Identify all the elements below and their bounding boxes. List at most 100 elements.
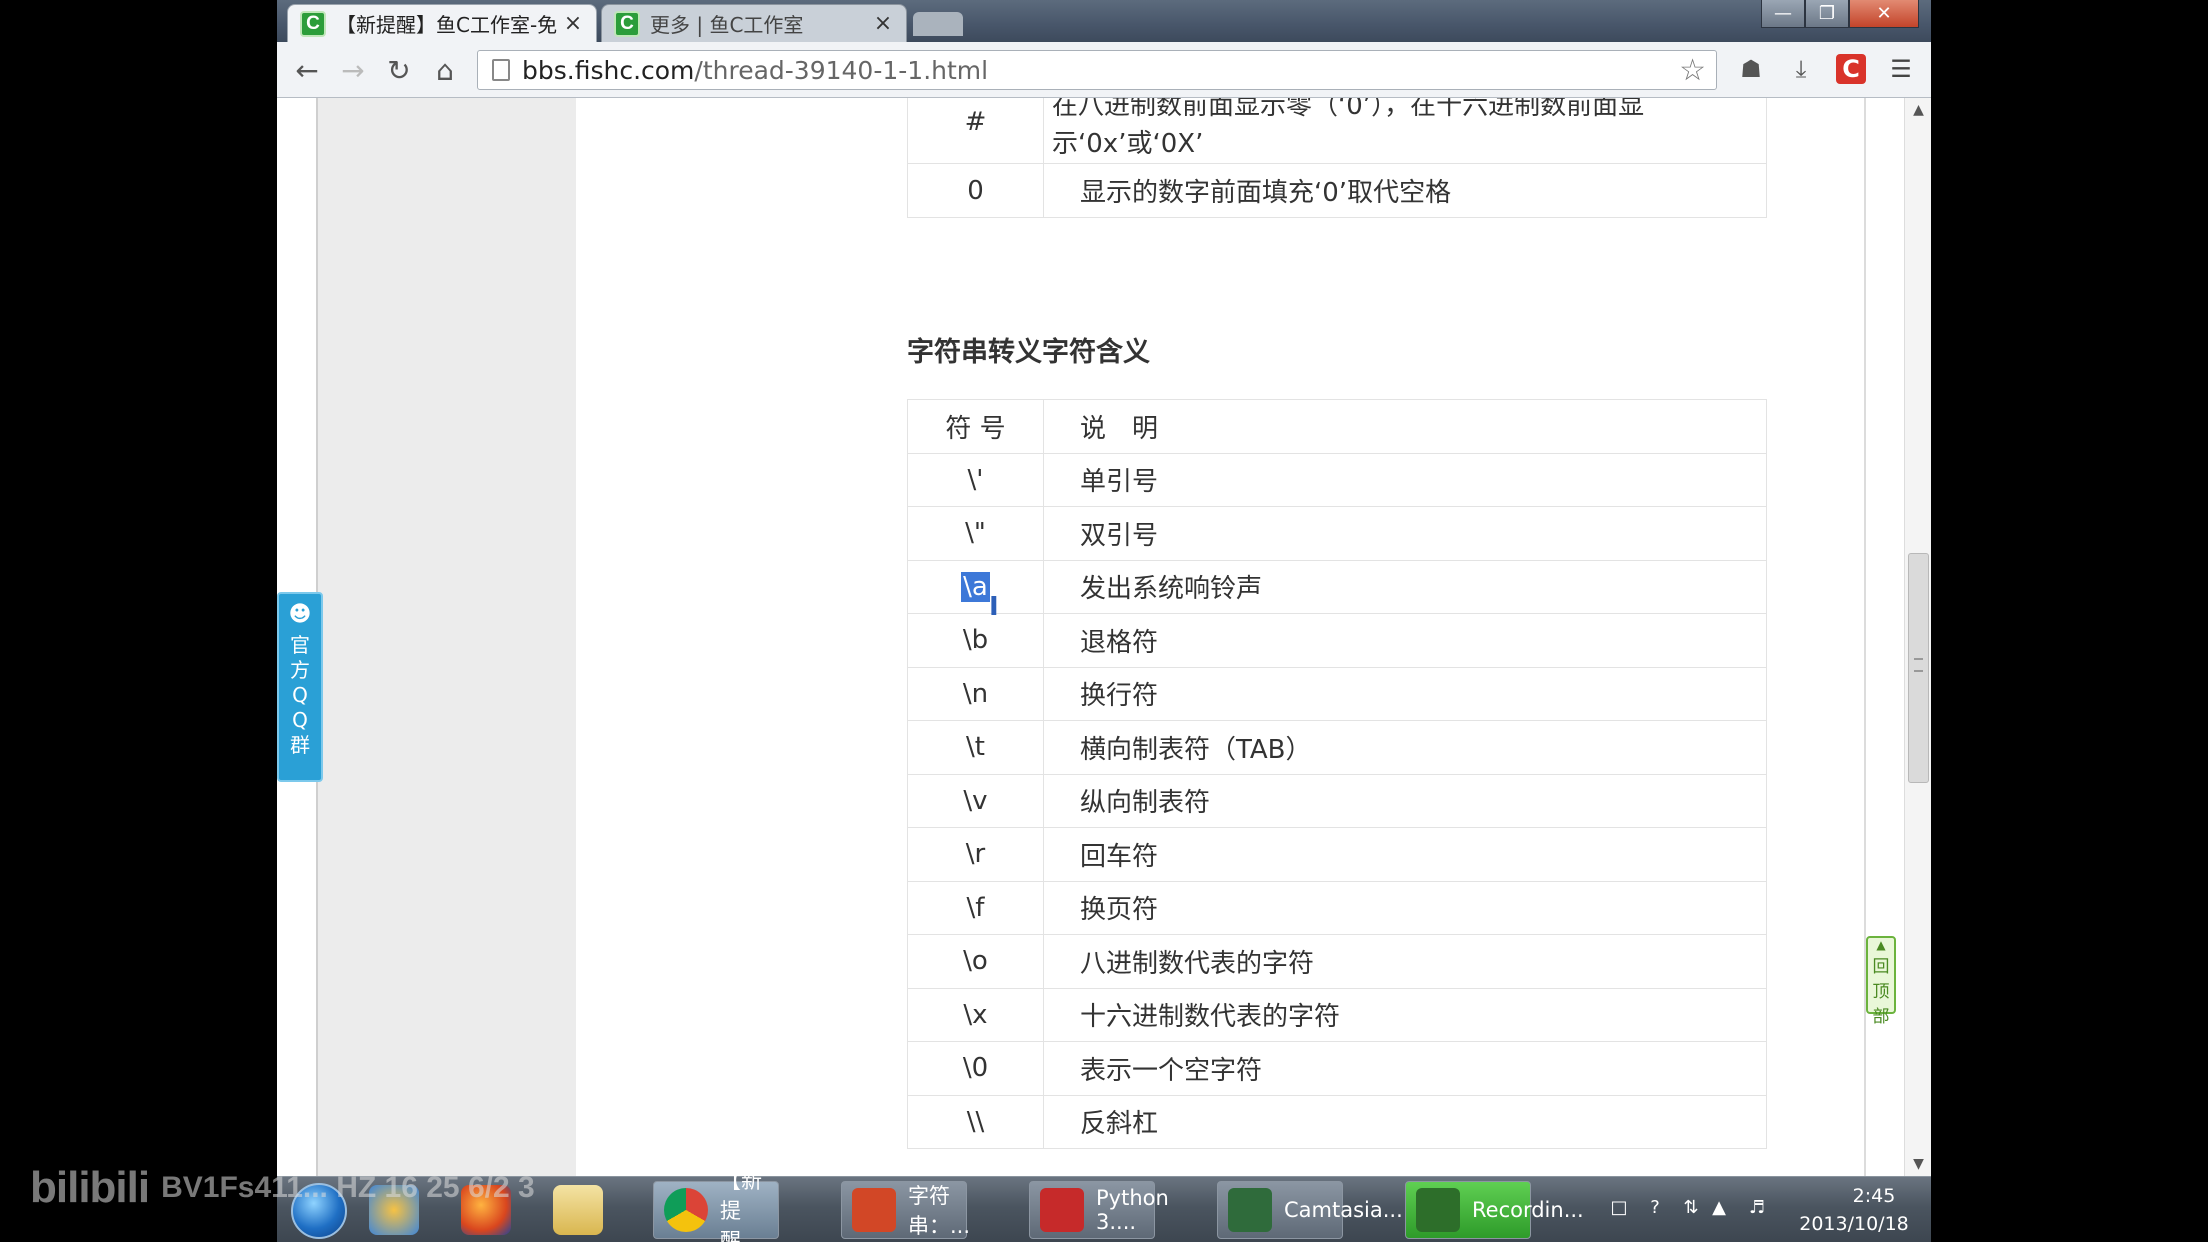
- extension-download-icon[interactable]: ⤓: [1786, 54, 1816, 84]
- tab-title: 【新提醒】鱼C工作室-免: [336, 13, 558, 37]
- task-label: 【新提醒...: [720, 1169, 762, 1242]
- vertical-scrollbar[interactable]: ▲ ▼: [1904, 98, 1931, 1176]
- table-row: \o 八进制数代表的字符: [907, 934, 1767, 989]
- description-cell: 发出系统响铃声: [1043, 559, 1767, 614]
- extension-c-icon[interactable]: C: [1836, 54, 1866, 84]
- forward-arrow-icon[interactable]: →: [335, 52, 371, 88]
- clock-time[interactable]: 2:45: [1829, 1185, 1919, 1207]
- maximize-button[interactable]: ❐: [1805, 0, 1849, 28]
- tab-inactive[interactable]: C 更多 | 鱼C工作室 ×: [601, 4, 907, 42]
- qq-label-char: 方: [290, 658, 310, 682]
- qq-label-char: 群: [290, 733, 310, 757]
- symbol-cell: \0: [907, 1041, 1044, 1096]
- powerpoint-icon: [852, 1188, 896, 1232]
- taskbar-recording[interactable]: Recordin...: [1405, 1181, 1584, 1239]
- symbol-cell: 0: [907, 163, 1044, 218]
- up-arrow-icon: ▲: [1876, 938, 1886, 952]
- format-flags-table: # 在八进制数前面显示零（‘0’），在十六进制数前面显示‘0x’或‘0X’ 0 …: [907, 98, 1767, 218]
- qq-label-char: 官: [290, 633, 310, 657]
- text-cursor-icon: I: [989, 592, 999, 622]
- scroll-thumb[interactable]: [1908, 553, 1929, 783]
- tab-active[interactable]: C 【新提醒】鱼C工作室-免 ×: [287, 4, 597, 42]
- url-text[interactable]: bbs.fishc.com/thread-39140-1-1.html: [522, 56, 988, 85]
- fishc-favicon-icon: C: [614, 10, 640, 37]
- extension-shield-icon[interactable]: ☗: [1736, 54, 1766, 84]
- symbol-cell: \o: [907, 934, 1044, 989]
- table-row: \f 换页符: [907, 880, 1767, 935]
- description-cell: 换页符: [1043, 880, 1767, 935]
- description-cell: 退格符: [1043, 613, 1767, 668]
- tab-title: 更多 | 鱼C工作室: [650, 13, 804, 37]
- minimize-button[interactable]: —: [1761, 0, 1805, 28]
- bookmark-star-icon[interactable]: ☆: [1679, 53, 1706, 88]
- tab-close-icon[interactable]: ×: [562, 11, 584, 36]
- task-label: Camtasia...: [1284, 1198, 1403, 1222]
- description-cell: 显示的数字前面填充‘0’取代空格: [1043, 163, 1767, 218]
- table-row: \v 纵向制表符: [907, 773, 1767, 828]
- escape-chars-table: 符 号 说 明 \' 单引号 \" 双引号 \a 发出系统响铃声 \b 退格符 \n 换行…: [907, 399, 1767, 1149]
- symbol-cell: \\: [907, 1094, 1044, 1149]
- taskbar-camtasia[interactable]: Camtasia...: [1217, 1181, 1403, 1239]
- table-row: 0 显示的数字前面填充‘0’取代空格: [907, 163, 1767, 218]
- address-bar[interactable]: bbs.fishc.com/thread-39140-1-1.html ☆: [477, 50, 1717, 90]
- content-border: [1864, 98, 1866, 1176]
- scroll-down-arrow-icon[interactable]: ▼: [1905, 1156, 1931, 1172]
- camtasia-icon: [1228, 1188, 1272, 1232]
- table-row: \t 横向制表符（TAB）: [907, 720, 1767, 775]
- description-cell: 八进制数代表的字符: [1043, 934, 1767, 989]
- reload-icon[interactable]: ↻: [381, 52, 417, 88]
- qq-group-widget[interactable]: ☻ 官 方 Q Q 群: [277, 592, 323, 782]
- back-to-top-char: 顶: [1872, 982, 1890, 1002]
- tab-close-icon[interactable]: ×: [872, 11, 894, 36]
- tray-network-icon[interactable]: ⇅: [1679, 1197, 1703, 1221]
- qq-penguin-icon: ☻: [288, 602, 312, 627]
- tray-input-icon[interactable]: □: [1607, 1197, 1631, 1221]
- recording-icon: [1416, 1188, 1460, 1232]
- description-cell: 十六进制数代表的字符: [1043, 987, 1767, 1042]
- selected-text[interactable]: \a: [961, 571, 990, 602]
- back-to-top-char: 部: [1872, 1007, 1890, 1027]
- close-window-button[interactable]: ✕: [1849, 0, 1919, 28]
- menu-icon[interactable]: ☰: [1886, 54, 1916, 84]
- explorer-folder-icon[interactable]: [553, 1185, 603, 1235]
- volume-icon[interactable]: ♬: [1745, 1197, 1769, 1221]
- bilibili-logo: bilibili: [30, 1163, 150, 1212]
- symbol-cell-selected[interactable]: \a: [907, 559, 1044, 614]
- clock-date[interactable]: 2013/10/18: [1789, 1213, 1919, 1235]
- table-row: \\ 反斜杠: [907, 1094, 1767, 1149]
- tray-expand-icon[interactable]: ▲: [1707, 1197, 1731, 1221]
- symbol-cell: \': [907, 452, 1044, 507]
- task-label: Python 3....: [1096, 1186, 1169, 1234]
- tray-help-icon[interactable]: ?: [1643, 1197, 1667, 1221]
- symbol-cell: \": [907, 506, 1044, 561]
- table-row: \0 表示一个空字符: [907, 1041, 1767, 1096]
- browser-window: C 【新提醒】鱼C工作室-免 × C 更多 | 鱼C工作室 × — ❐ ✕ ← …: [277, 0, 1931, 1176]
- table-row: # 在八进制数前面显示零（‘0’），在十六进制数前面显示‘0x’或‘0X’: [907, 98, 1767, 164]
- browser-toolbar: ← → ↻ ⌂ bbs.fishc.com/thread-39140-1-1.h…: [277, 42, 1931, 98]
- home-icon[interactable]: ⌂: [427, 52, 463, 88]
- symbol-cell: \b: [907, 613, 1044, 668]
- new-tab-button[interactable]: [913, 12, 963, 36]
- scroll-up-arrow-icon[interactable]: ▲: [1905, 102, 1931, 118]
- table-row: \' 单引号: [907, 452, 1767, 507]
- taskbar-python[interactable]: Python 3....: [1029, 1181, 1169, 1239]
- video-id: BV1Fs411... HZ 16 25 6/2 3: [161, 1171, 535, 1204]
- page-viewport: # 在八进制数前面显示零（‘0’），在十六进制数前面显示‘0x’或‘0X’ 0 …: [277, 98, 1931, 1176]
- description-cell: 换行符: [1043, 666, 1767, 721]
- chrome-icon: [664, 1188, 708, 1232]
- symbol-cell: \t: [907, 720, 1044, 775]
- taskbar-chrome[interactable]: 【新提醒...: [653, 1169, 779, 1242]
- section-heading: 字符串转义字符含义: [907, 337, 1150, 368]
- table-header-row: 符 号 说 明: [907, 399, 1767, 454]
- grip-icon: [1914, 658, 1923, 672]
- description-cell: 双引号: [1043, 506, 1767, 561]
- table-row: \x 十六进制数代表的字符: [907, 987, 1767, 1042]
- taskbar-powerpoint[interactable]: 字符串：...: [841, 1181, 971, 1239]
- qq-label-char: Q: [292, 683, 308, 707]
- back-to-top-button[interactable]: ▲ 回 顶 部: [1866, 936, 1896, 1027]
- table-row: \r 回车符: [907, 827, 1767, 882]
- task-label: 字符串：...: [908, 1184, 971, 1238]
- description-cell: 纵向制表符: [1043, 773, 1767, 828]
- table-row: \a 发出系统响铃声: [907, 559, 1767, 614]
- back-arrow-icon[interactable]: ←: [289, 52, 325, 88]
